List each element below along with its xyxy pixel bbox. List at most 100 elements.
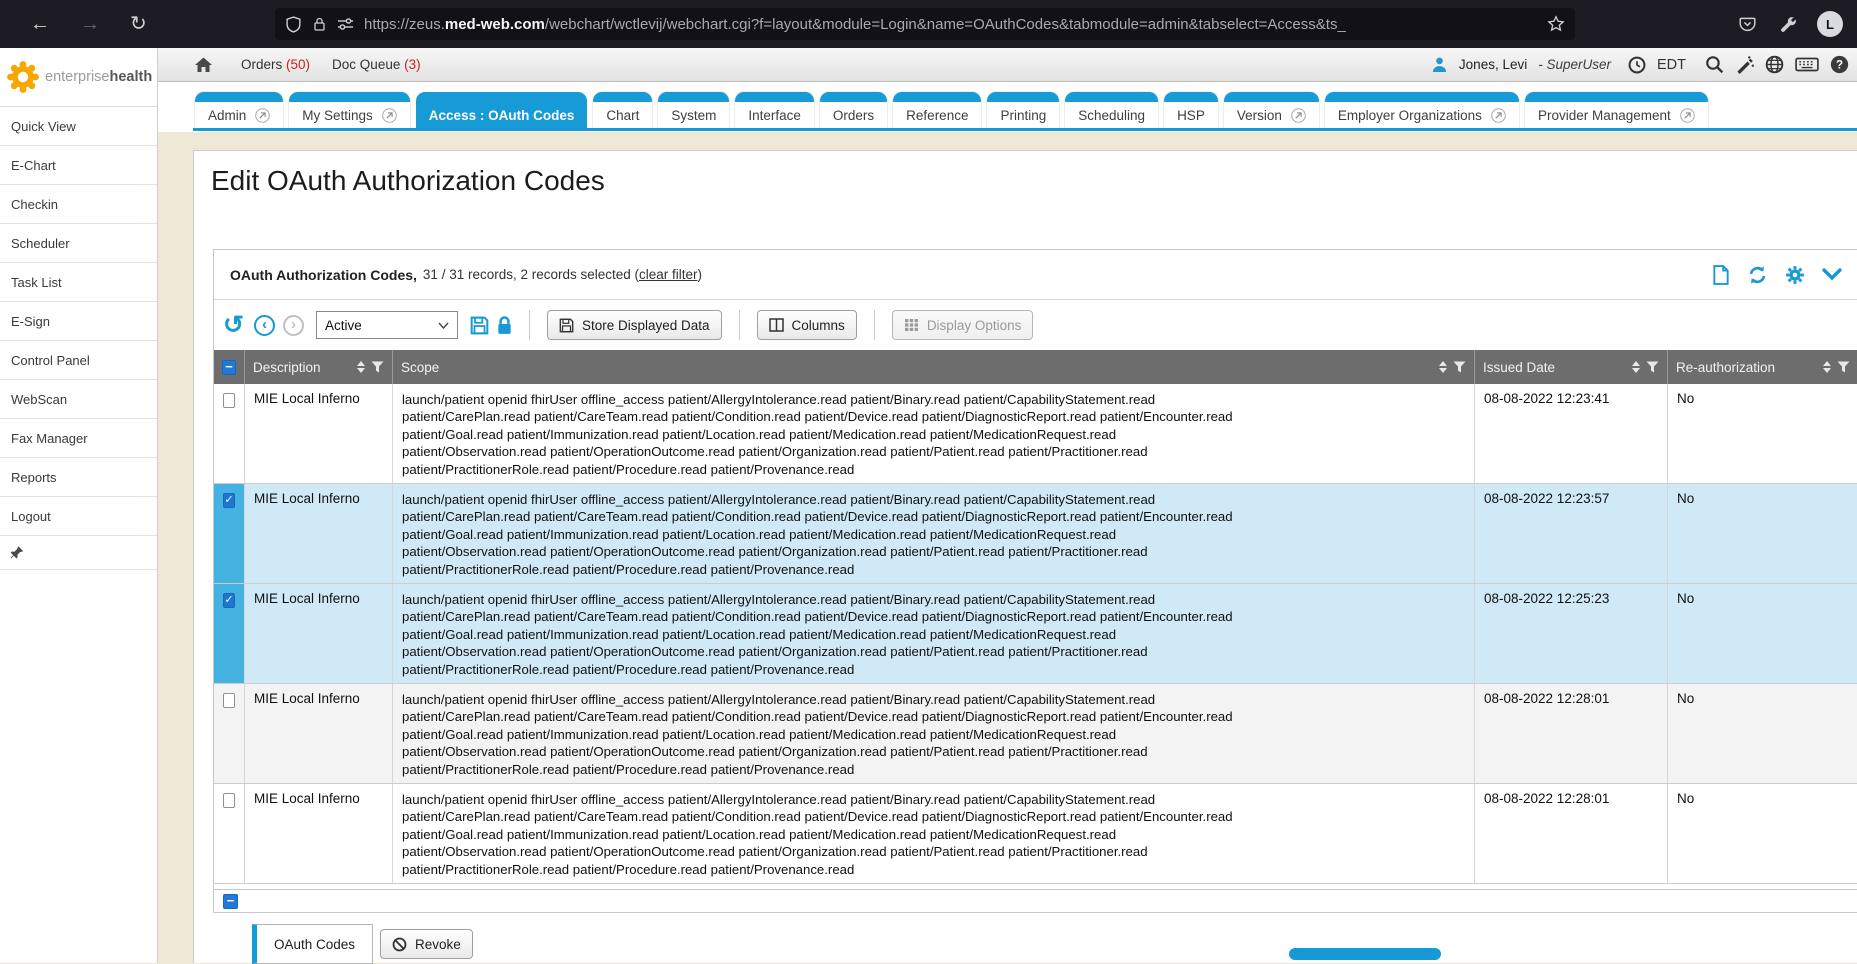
- user-name[interactable]: Jones, Levi: [1459, 57, 1527, 72]
- tab-hsp[interactable]: HSP: [1164, 92, 1218, 128]
- grid-toolbar: ↺ ‹ › Active Store Displayed Data Column…: [214, 300, 1857, 350]
- browser-back-button[interactable]: ←: [30, 14, 50, 34]
- logo: enterprisehealth: [0, 48, 157, 107]
- previous-filter-button[interactable]: ‹: [254, 315, 275, 336]
- row-checkbox[interactable]: [223, 693, 235, 708]
- browser-forward-button[interactable]: →: [80, 14, 100, 34]
- lock-filter-icon[interactable]: [497, 316, 512, 335]
- sort-icon[interactable]: [357, 361, 365, 373]
- horizontal-scrollbar-thumb[interactable]: [1289, 948, 1441, 960]
- filter-funnel-icon[interactable]: [1646, 361, 1659, 373]
- wand-icon[interactable]: [1735, 55, 1754, 74]
- tab-scheduling[interactable]: Scheduling: [1065, 92, 1158, 128]
- sort-icon[interactable]: [1632, 361, 1640, 373]
- select-all-checkbox[interactable]: −: [222, 360, 236, 375]
- table-row[interactable]: ✓ MIE Local Inferno launch/patient openi…: [214, 484, 1857, 584]
- browser-reload-button[interactable]: ↻: [130, 14, 147, 34]
- globe-icon[interactable]: [1765, 55, 1784, 74]
- search-icon[interactable]: [1705, 55, 1724, 74]
- sidebar-item-reports[interactable]: Reports: [0, 458, 157, 497]
- tab-employer-organizations[interactable]: Employer Organizations: [1325, 92, 1519, 128]
- pocket-icon[interactable]: [1738, 15, 1757, 33]
- chevron-down-icon[interactable]: [1822, 268, 1842, 281]
- tab-provider-management[interactable]: Provider Management: [1525, 92, 1708, 128]
- sidebar-item-fax-manager[interactable]: Fax Manager: [0, 419, 157, 458]
- revoke-button[interactable]: Revoke: [380, 929, 473, 959]
- sidebar-menu: Quick View E-Chart Checkin Scheduler Tas…: [0, 107, 157, 536]
- sidebar-item-quick-view[interactable]: Quick View: [0, 107, 157, 146]
- sort-icon[interactable]: [1823, 361, 1831, 373]
- select-all-footer-checkbox[interactable]: −: [223, 894, 238, 909]
- tab-label: Reference: [906, 108, 968, 123]
- sidebar-item-webscan[interactable]: WebScan: [0, 380, 157, 419]
- row-checkbox[interactable]: ✓: [223, 493, 235, 508]
- sidebar-item-control-panel[interactable]: Control Panel: [0, 341, 157, 380]
- page-title: Edit OAuth Authorization Codes: [211, 165, 605, 197]
- tab-printing[interactable]: Printing: [987, 92, 1059, 128]
- row-checkbox[interactable]: [223, 793, 235, 808]
- filter-funnel-icon[interactable]: [1453, 361, 1466, 373]
- column-label[interactable]: Description: [253, 360, 321, 375]
- row-checkbox[interactable]: ✓: [223, 593, 235, 608]
- select-all-header-cell: −: [214, 350, 244, 384]
- sort-icon[interactable]: [1439, 361, 1447, 373]
- tab-interface[interactable]: Interface: [735, 92, 814, 128]
- bookmark-star-icon[interactable]: [1547, 15, 1565, 33]
- row-checkbox[interactable]: [223, 393, 235, 408]
- tab-reference[interactable]: Reference: [893, 92, 981, 128]
- undo-filter-button[interactable]: ↺: [223, 313, 244, 338]
- tab-access-oauth-codes[interactable]: Access : OAuth Codes: [416, 92, 588, 128]
- sidebar-item-scheduler[interactable]: Scheduler: [0, 224, 157, 263]
- tab-label: Version: [1237, 108, 1282, 123]
- table-row[interactable]: MIE Local Inferno launch/patient openid …: [214, 784, 1857, 884]
- filter-funnel-icon[interactable]: [371, 361, 384, 373]
- home-icon[interactable]: [194, 56, 213, 73]
- refresh-icon[interactable]: [1747, 265, 1768, 285]
- wrench-icon[interactable]: [1778, 15, 1796, 33]
- lock-icon[interactable]: [312, 16, 327, 32]
- issued-date-cell: 08-08-2022 12:28:01: [1474, 684, 1667, 783]
- tab-admin[interactable]: Admin: [195, 92, 283, 128]
- sidebar-item-task-list[interactable]: Task List: [0, 263, 157, 302]
- table-row[interactable]: MIE Local Inferno launch/patient openid …: [214, 684, 1857, 784]
- sidebar-pin-row[interactable]: [0, 536, 157, 570]
- display-options-button[interactable]: Display Options: [892, 310, 1034, 340]
- help-icon[interactable]: ?: [1830, 55, 1849, 74]
- oauth-codes-bottom-tab[interactable]: OAuth Codes: [252, 924, 373, 964]
- saved-filter-select[interactable]: Active: [316, 311, 458, 339]
- tabs-strip: Admin My Settings Access : OAuth Codes C…: [158, 82, 1857, 132]
- tab-system[interactable]: System: [658, 92, 729, 128]
- clear-filter-link[interactable]: clear filter: [639, 267, 698, 282]
- permissions-icon[interactable]: [337, 17, 354, 31]
- user-role: - SuperUser: [1538, 57, 1611, 72]
- shield-icon[interactable]: [285, 16, 302, 33]
- store-displayed-data-button[interactable]: Store Displayed Data: [547, 310, 722, 340]
- orders-link[interactable]: Orders (50): [241, 57, 310, 72]
- column-label[interactable]: Issued Date: [1483, 360, 1555, 375]
- table-row[interactable]: MIE Local Inferno launch/patient openid …: [214, 384, 1857, 484]
- filter-funnel-icon[interactable]: [1837, 361, 1850, 373]
- column-label[interactable]: Re-authorization: [1676, 360, 1775, 375]
- save-filter-icon[interactable]: [470, 316, 489, 335]
- columns-button[interactable]: Columns: [757, 310, 857, 340]
- profile-avatar[interactable]: L: [1817, 11, 1843, 37]
- sidebar-item-checkin[interactable]: Checkin: [0, 185, 157, 224]
- url-bar[interactable]: https://zeus.med-web.com/webchart/wctlev…: [275, 8, 1575, 40]
- next-filter-button[interactable]: ›: [283, 315, 304, 336]
- sidebar-item-logout[interactable]: Logout: [0, 497, 157, 536]
- new-record-icon[interactable]: [1712, 265, 1730, 285]
- tab-label: Scheduling: [1078, 108, 1145, 123]
- tab-orders[interactable]: Orders: [820, 92, 887, 128]
- keyboard-icon[interactable]: [1795, 56, 1819, 73]
- table-row[interactable]: ✓ MIE Local Inferno launch/patient openi…: [214, 584, 1857, 684]
- tab-version[interactable]: Version: [1224, 92, 1319, 128]
- column-label[interactable]: Scope: [401, 360, 439, 375]
- doc-queue-link[interactable]: Doc Queue (3): [332, 57, 421, 72]
- tab-my-settings[interactable]: My Settings: [289, 92, 410, 128]
- tab-chart[interactable]: Chart: [593, 92, 652, 128]
- gear-icon[interactable]: [1785, 265, 1805, 285]
- sidebar-item-e-sign[interactable]: E-Sign: [0, 302, 157, 341]
- tab-label: Provider Management: [1538, 108, 1671, 123]
- sidebar-item-e-chart[interactable]: E-Chart: [0, 146, 157, 185]
- module-tabbar: Admin My Settings Access : OAuth Codes C…: [195, 92, 1708, 128]
